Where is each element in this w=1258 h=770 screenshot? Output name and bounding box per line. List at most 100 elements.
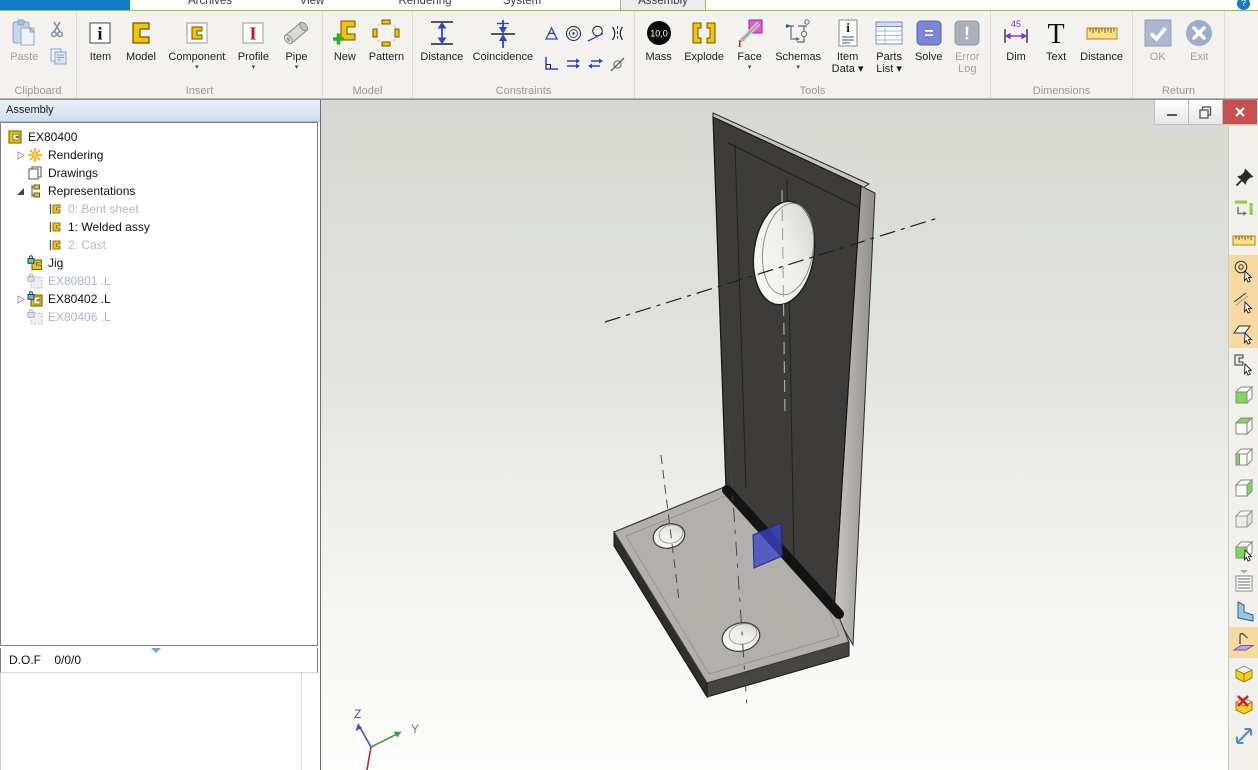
dropdown-caret-icon[interactable]: ▾	[796, 64, 800, 71]
file-tab[interactable]	[0, 0, 130, 11]
item-button[interactable]: iItem	[85, 14, 115, 64]
select-face-tool-button[interactable]	[1229, 317, 1258, 348]
tab-archives[interactable]: Archives	[175, 0, 245, 11]
distance-button[interactable]: Distance	[1078, 14, 1125, 64]
perpendicular-constraint-button[interactable]	[542, 54, 561, 78]
cube-top-tool-button[interactable]	[1229, 410, 1258, 441]
tab-assembly-active[interactable]: Assembly	[620, 0, 706, 11]
collapse-caret-icon[interactable]	[151, 648, 161, 653]
cube-right-tool-button[interactable]	[1229, 472, 1258, 503]
sketch-plane-tool-button[interactable]	[1229, 627, 1258, 658]
symmetry-constraint-button[interactable]	[608, 24, 627, 48]
pipe-icon	[281, 15, 311, 51]
cube-solid-tool-button[interactable]	[1229, 503, 1258, 534]
new-button[interactable]: New	[329, 14, 361, 64]
tree-item-jig[interactable]: Jig	[1, 254, 317, 272]
help-icon[interactable]: ?	[1237, 0, 1250, 10]
dim-button[interactable]: 45Dim	[998, 14, 1034, 64]
fix-constraint-button[interactable]	[608, 54, 627, 78]
orbit-tool-button[interactable]	[1229, 193, 1258, 224]
tree-item-drawings[interactable]: Drawings	[1, 164, 317, 182]
dof-bar[interactable]: D.O.F 0/0/0	[0, 648, 318, 673]
select-concentric-tool-button[interactable]	[1229, 255, 1258, 286]
box-delete-tool-button[interactable]	[1229, 689, 1258, 720]
box-yellow-tool-button[interactable]	[1229, 658, 1258, 689]
mass-icon: 10,0	[644, 15, 674, 51]
component-button[interactable]: Component▾	[166, 14, 227, 72]
equal-constraint-button[interactable]	[586, 54, 605, 78]
text-button[interactable]: TText	[1041, 14, 1071, 64]
distance-button[interactable]: Distance	[418, 14, 465, 64]
text-icon: T	[1043, 15, 1069, 51]
dropdown-caret-icon[interactable]: ▾	[252, 64, 256, 71]
item-data-button[interactable]: iItemData ▾	[830, 14, 866, 76]
ruler-small-tool-button[interactable]	[1229, 224, 1258, 255]
exit-button[interactable]: Exit	[1182, 14, 1216, 64]
tree-item-ex80406-l[interactable]: EX80406 .L	[1, 308, 317, 326]
dropdown-caret-icon[interactable]: ▾	[748, 64, 752, 71]
cut-button[interactable]	[49, 20, 68, 43]
expand-tool-button[interactable]	[1229, 720, 1258, 751]
tree-item-representations[interactable]: Representations	[1, 182, 317, 200]
ruler-icon	[1085, 15, 1119, 51]
parallel-constraint-button[interactable]	[564, 54, 583, 78]
dropdown-caret-icon[interactable]: ▾	[295, 64, 299, 71]
tree-item-rendering[interactable]: Rendering	[1, 146, 317, 164]
pattern-button[interactable]: Pattern	[367, 14, 406, 64]
tree-item-ex80402-l[interactable]: EX80402 .L	[1, 290, 317, 308]
expander-expanded-icon[interactable]	[14, 187, 27, 196]
tab-rendering[interactable]: Rendering	[388, 0, 462, 11]
coincidence-button[interactable]: Coincidence	[471, 14, 536, 64]
pin-tool-button[interactable]	[1229, 162, 1258, 193]
tree-item-ex80801-l[interactable]: EX80801 .L	[1, 272, 317, 290]
part-blue-tool-button[interactable]	[1229, 596, 1258, 627]
error-log-icon: !	[953, 15, 981, 51]
mass-button[interactable]: 10,0Mass	[642, 14, 676, 64]
minimize-button[interactable]	[1155, 100, 1189, 124]
list-menu-tool-button[interactable]	[1229, 565, 1258, 596]
ok-button[interactable]: OK	[1141, 14, 1175, 64]
dropdown-caret-icon[interactable]: ▾	[195, 64, 199, 71]
explode-button[interactable]: Explode	[682, 14, 726, 64]
expander-collapsed-icon[interactable]	[14, 151, 27, 160]
button-label: Pattern	[369, 51, 404, 63]
panel-divider	[301, 673, 302, 770]
restore-button[interactable]	[1189, 100, 1223, 124]
cube-left-tool-button[interactable]	[1229, 441, 1258, 472]
select-edge-tool-button[interactable]	[1229, 348, 1258, 379]
component-icon	[184, 15, 210, 51]
viewport-3d[interactable]: Z Y	[320, 100, 1258, 770]
concentric-constraint-button[interactable]	[564, 24, 583, 48]
tangent-constraint-button[interactable]	[586, 24, 605, 48]
tree-item-label: EX80402 .L	[45, 292, 111, 306]
copy-button[interactable]	[49, 47, 68, 71]
paste-button[interactable]: Paste	[8, 14, 40, 64]
tree-item-label: 2: Cast	[65, 238, 106, 252]
tree-item-0-bent-sheet[interactable]: 0: Bent sheet	[1, 200, 317, 218]
face-button[interactable]: IFace▾	[733, 14, 767, 72]
profile-button[interactable]: IProfile▾	[236, 14, 271, 72]
tab-view[interactable]: View	[290, 0, 334, 11]
schemas-icon	[783, 15, 813, 51]
svg-text:i: i	[846, 20, 850, 35]
right-toolbar	[1228, 126, 1258, 770]
solve-button[interactable]: =Solve	[913, 14, 945, 64]
model-button[interactable]: Model	[124, 14, 158, 64]
rep-icon	[47, 201, 65, 217]
schemas-button[interactable]: Schemas▾	[773, 14, 823, 72]
tab-system[interactable]: System	[492, 0, 552, 11]
tree-item-2-cast[interactable]: 2: Cast	[1, 236, 317, 254]
close-button[interactable]	[1223, 100, 1257, 124]
tree-item-1-welded-assy[interactable]: 1: Welded assy	[1, 218, 317, 236]
expander-collapsed-icon[interactable]	[14, 295, 27, 304]
tree-item-ex80400[interactable]: EX80400	[1, 128, 317, 146]
select-tangent-tool-button[interactable]	[1229, 286, 1258, 317]
button-label: Log	[958, 63, 976, 75]
cube-select-tool-button[interactable]	[1229, 534, 1258, 565]
pipe-button[interactable]: Pipe▾	[279, 14, 313, 72]
dof-value: 0/0/0	[54, 653, 81, 667]
error-log-button[interactable]: !ErrorLog	[951, 14, 983, 76]
parts-list-button[interactable]: PartsList ▾	[872, 14, 906, 76]
angle-constraint-button[interactable]	[542, 24, 561, 48]
cube-front-tool-button[interactable]	[1229, 379, 1258, 410]
